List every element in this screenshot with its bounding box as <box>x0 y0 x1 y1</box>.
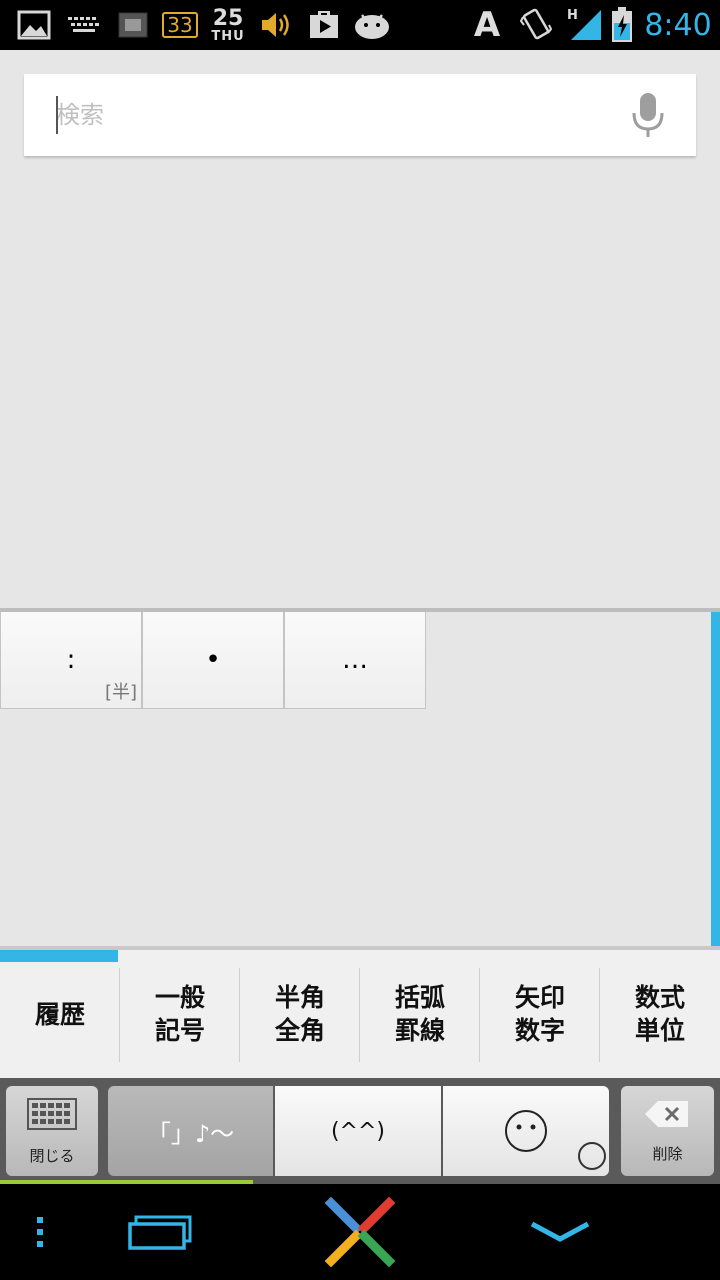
symbol-category-tabs: 履歴 一般記号 半角全角 括弧罫線 矢印数字 数式単位 <box>0 950 720 1078</box>
emoji-mode-button[interactable] <box>443 1086 609 1176</box>
tab-label-line1: 数式 <box>634 983 685 1012</box>
menu-dots-icon[interactable] <box>20 1184 60 1280</box>
tab-label: 括弧 罫線 <box>395 981 445 1047</box>
tab-label-line2: 単位 <box>634 1016 685 1045</box>
hide-keyboard-icon[interactable] <box>520 1184 600 1280</box>
candidate-tag: [半] <box>104 682 137 703</box>
text-caret <box>56 96 58 134</box>
tab-half-full-width[interactable]: 半角 全角 <box>240 950 360 1078</box>
temperature-value: 33 <box>162 12 198 38</box>
tab-arrows-numbers[interactable]: 矢印 数字 <box>480 950 600 1078</box>
status-bar: 33 25 THU A H 8:40 <box>0 0 720 50</box>
candidate-key[interactable]: • <box>142 612 284 709</box>
signal-icon <box>568 0 604 50</box>
candidate-symbol: … <box>342 645 368 675</box>
temperature-badge-icon: 33 <box>160 0 200 50</box>
backspace-icon <box>645 1101 688 1127</box>
close-button[interactable]: 閉じる <box>6 1086 98 1176</box>
tab-label: 数式 単位 <box>635 981 685 1047</box>
tab-label-line2: 記号 <box>154 1016 205 1045</box>
calendar-icon: 25 THU <box>208 0 248 50</box>
keyboard-bottom-row: 閉じる 「」♪～ (^^) 削除 <box>0 1078 720 1184</box>
volume-icon <box>256 0 296 50</box>
tab-label-line1: 括弧 <box>394 983 445 1012</box>
candidate-key[interactable]: … <box>284 612 426 709</box>
keyboard-grid-icon <box>27 1098 77 1130</box>
tab-label-line1: 矢印 <box>514 983 565 1012</box>
close-label: 閉じる <box>29 1147 75 1165</box>
candidate-area: : [半] • … <box>0 612 720 948</box>
tab-label-line1: 一般 <box>154 983 205 1012</box>
font-a-icon: A <box>473 5 501 45</box>
microphone-icon[interactable] <box>626 88 670 142</box>
delete-label: 削除 <box>652 1145 683 1163</box>
candidate-key[interactable]: : [半] <box>0 612 142 709</box>
home-x-icon[interactable] <box>318 1184 402 1280</box>
candidate-symbol: • <box>205 645 221 675</box>
emoji-indicator-icon <box>578 1142 606 1170</box>
date-weekday: THU <box>211 28 245 44</box>
tab-label-line1: 半角 <box>274 983 325 1012</box>
emoticon-mode-label: (^^) <box>330 1118 386 1144</box>
tab-label-line2: 全角 <box>274 1016 325 1045</box>
delete-button[interactable]: 削除 <box>621 1086 714 1176</box>
navigation-bar <box>0 1184 720 1280</box>
tab-label-line2: 数字 <box>514 1016 565 1045</box>
date-day: 25 <box>212 5 244 31</box>
symbols-mode-button[interactable]: 「」♪～ <box>108 1086 273 1176</box>
tab-general-symbols[interactable]: 一般 記号 <box>120 950 240 1078</box>
tab-label: 履歴 <box>34 999 85 1029</box>
tab-label: 矢印 数字 <box>515 981 565 1047</box>
emoticon-mode-button[interactable]: (^^) <box>275 1086 441 1176</box>
search-input[interactable] <box>56 90 616 140</box>
recent-apps-icon[interactable] <box>120 1184 200 1280</box>
gallery-icon <box>14 0 54 50</box>
status-clock: 8:40 <box>644 7 712 43</box>
battery-charging-icon <box>608 0 636 50</box>
candidate-symbol: : <box>66 645 76 675</box>
vibrate-icon <box>516 0 556 50</box>
tab-brackets-lines[interactable]: 括弧 罫線 <box>360 950 480 1078</box>
play-store-icon <box>304 0 344 50</box>
tab-label: 一般 記号 <box>155 981 205 1047</box>
android-icon <box>350 0 394 50</box>
tab-math-units[interactable]: 数式 単位 <box>600 950 720 1078</box>
candidate-scrollbar[interactable] <box>711 612 720 948</box>
emoji-face-icon <box>505 1110 547 1152</box>
tab-history[interactable]: 履歴 <box>0 950 120 1078</box>
tab-label: 半角 全角 <box>275 981 325 1047</box>
screen-icon <box>116 0 150 50</box>
keyboard-icon <box>66 0 102 50</box>
symbols-mode-label: 「」♪～ <box>146 1119 235 1148</box>
search-box[interactable] <box>24 74 696 156</box>
tab-label-line2: 罫線 <box>394 1016 445 1045</box>
